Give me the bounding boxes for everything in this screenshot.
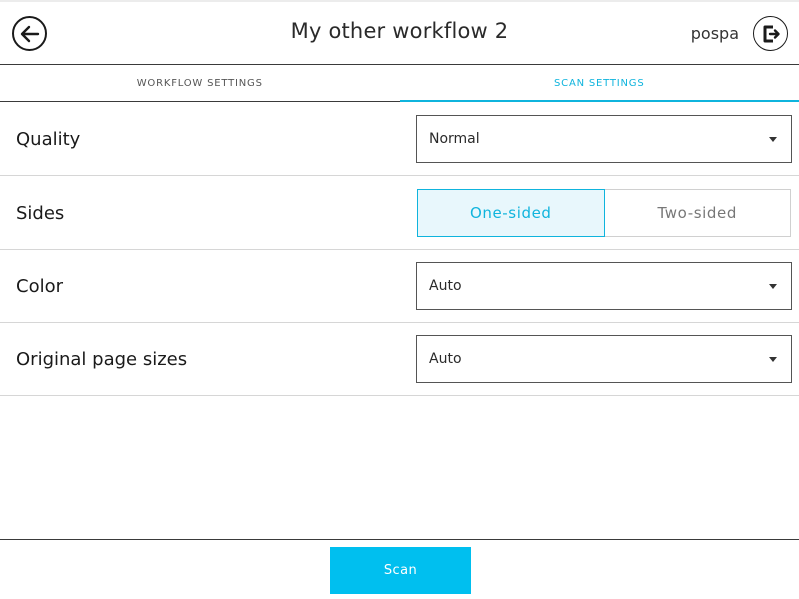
username-label: pospa	[690, 24, 739, 43]
footer-bar: Scan	[0, 539, 799, 599]
caret-down-icon	[769, 284, 777, 289]
page-sizes-row: Original page sizes Auto	[0, 323, 799, 396]
one-sided-option[interactable]: One-sided	[417, 189, 605, 237]
color-select[interactable]: Auto	[416, 262, 792, 310]
sides-label: Sides	[16, 203, 65, 224]
color-row: Color Auto	[0, 250, 799, 323]
caret-down-icon	[769, 137, 777, 142]
two-sided-option[interactable]: Two-sided	[604, 189, 791, 237]
page-sizes-value: Auto	[429, 351, 462, 367]
top-rule	[0, 0, 799, 2]
caret-down-icon	[769, 357, 777, 362]
quality-value: Normal	[429, 131, 480, 147]
quality-row: Quality Normal	[0, 102, 799, 176]
page-sizes-select[interactable]: Auto	[416, 335, 792, 383]
tab-workflow-settings[interactable]: WORKFLOW SETTINGS	[0, 65, 400, 102]
settings-tabs: WORKFLOW SETTINGS SCAN SETTINGS	[0, 65, 799, 102]
top-bar: My other workflow 2 pospa	[0, 0, 799, 65]
tab-scan-settings[interactable]: SCAN SETTINGS	[399, 65, 799, 102]
logout-button[interactable]	[753, 16, 788, 51]
sides-row: Sides One-sided Two-sided	[0, 176, 799, 250]
quality-select[interactable]: Normal	[416, 115, 792, 163]
sides-toggle: One-sided Two-sided	[417, 189, 791, 237]
scan-button[interactable]: Scan	[330, 547, 471, 594]
page-title: My other workflow 2	[290, 19, 509, 43]
logout-icon	[763, 25, 780, 42]
color-value: Auto	[429, 278, 462, 294]
color-label: Color	[16, 276, 63, 297]
quality-label: Quality	[16, 129, 81, 150]
page-sizes-label: Original page sizes	[16, 349, 188, 370]
